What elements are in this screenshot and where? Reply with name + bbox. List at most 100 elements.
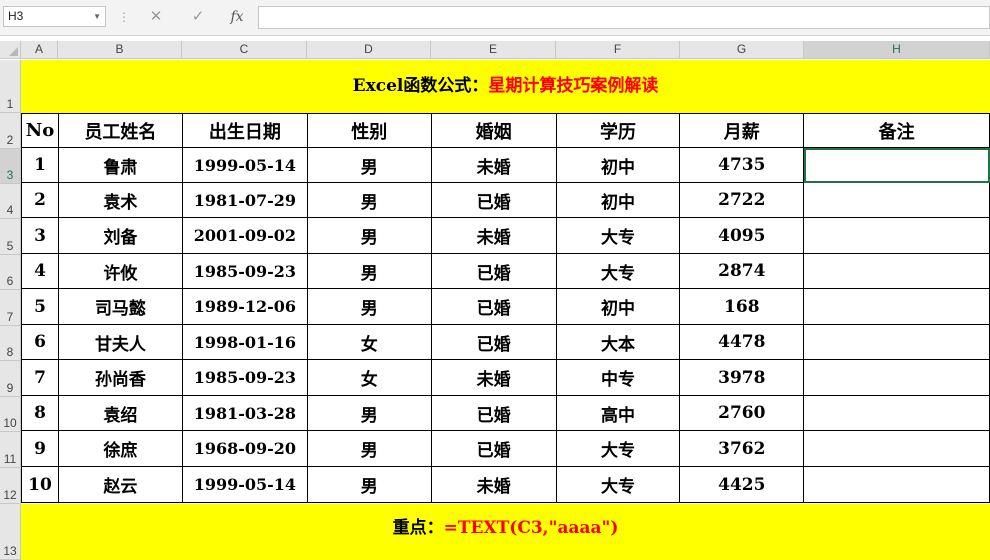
gender-cell[interactable]: 男 bbox=[306, 217, 432, 254]
header-cell[interactable]: 性别 bbox=[306, 113, 432, 148]
no-cell[interactable]: 2 bbox=[21, 182, 59, 218]
education-cell[interactable]: 初中 bbox=[555, 147, 681, 183]
header-cell[interactable]: 月薪 bbox=[679, 113, 805, 148]
salary-cell[interactable]: 4425 bbox=[679, 466, 805, 503]
note-cell[interactable] bbox=[803, 430, 990, 467]
row-header-11[interactable]: 11 bbox=[0, 432, 21, 468]
no-cell[interactable]: 7 bbox=[21, 359, 59, 396]
note-cell[interactable] bbox=[803, 395, 990, 431]
note-cell[interactable] bbox=[803, 182, 990, 218]
salary-cell[interactable]: 2874 bbox=[679, 253, 805, 289]
no-cell[interactable]: 3 bbox=[21, 217, 59, 254]
marital-cell[interactable]: 已婚 bbox=[430, 288, 557, 325]
gender-cell[interactable]: 男 bbox=[306, 182, 432, 218]
name-box[interactable]: H3 ▼ bbox=[3, 6, 106, 27]
name-cell[interactable]: 刘备 bbox=[57, 217, 183, 254]
header-cell[interactable]: No bbox=[21, 113, 59, 148]
row-header-9[interactable]: 9 bbox=[0, 361, 21, 397]
marital-cell[interactable]: 未婚 bbox=[430, 217, 557, 254]
note-cell[interactable] bbox=[803, 253, 990, 289]
row-header-12[interactable]: 12 bbox=[0, 468, 21, 504]
birth-date-cell[interactable]: 1981-07-29 bbox=[181, 182, 308, 218]
marital-cell[interactable]: 已婚 bbox=[430, 430, 557, 467]
chevron-down-icon[interactable]: ▼ bbox=[93, 7, 101, 26]
no-cell[interactable]: 4 bbox=[21, 253, 59, 289]
no-cell[interactable]: 9 bbox=[21, 430, 59, 467]
salary-cell[interactable]: 2760 bbox=[679, 395, 805, 431]
note-cell[interactable] bbox=[803, 466, 990, 503]
name-cell[interactable]: 袁术 bbox=[57, 182, 183, 218]
name-cell[interactable]: 袁绍 bbox=[57, 395, 183, 431]
name-cell[interactable]: 司马懿 bbox=[57, 288, 183, 325]
header-cell[interactable]: 学历 bbox=[555, 113, 681, 148]
gender-cell[interactable]: 男 bbox=[306, 288, 432, 325]
marital-cell[interactable]: 已婚 bbox=[430, 253, 557, 289]
note-cell[interactable] bbox=[803, 217, 990, 254]
more-options-icon[interactable]: ⋮ bbox=[118, 9, 130, 25]
marital-cell[interactable]: 已婚 bbox=[430, 182, 557, 218]
marital-cell[interactable]: 未婚 bbox=[430, 147, 557, 183]
row-header-8[interactable]: 8 bbox=[0, 326, 21, 361]
title-banner[interactable]: Excel函数公式：星期计算技巧案例解读 bbox=[21, 60, 990, 113]
name-cell[interactable]: 徐庶 bbox=[57, 430, 183, 467]
column-header-g[interactable]: G bbox=[680, 41, 804, 59]
birth-date-cell[interactable]: 1985-09-23 bbox=[181, 253, 308, 289]
no-cell[interactable]: 1 bbox=[21, 147, 59, 183]
gender-cell[interactable]: 男 bbox=[306, 430, 432, 467]
education-cell[interactable]: 初中 bbox=[555, 182, 681, 218]
education-cell[interactable]: 中专 bbox=[555, 359, 681, 396]
column-header-d[interactable]: D bbox=[307, 41, 431, 59]
row-header-4[interactable]: 4 bbox=[0, 184, 21, 219]
select-all-button[interactable] bbox=[0, 41, 21, 59]
education-cell[interactable]: 大专 bbox=[555, 466, 681, 503]
name-cell[interactable]: 许攸 bbox=[57, 253, 183, 289]
row-header-13[interactable]: 13 bbox=[0, 504, 21, 560]
row-header-5[interactable]: 5 bbox=[0, 219, 21, 255]
salary-cell[interactable]: 168 bbox=[679, 288, 805, 325]
row-header-10[interactable]: 10 bbox=[0, 397, 21, 432]
gender-cell[interactable]: 女 bbox=[306, 359, 432, 396]
birth-date-cell[interactable]: 1999-05-14 bbox=[181, 466, 308, 503]
birth-date-cell[interactable]: 1989-12-06 bbox=[181, 288, 308, 325]
salary-cell[interactable]: 4095 bbox=[679, 217, 805, 254]
marital-cell[interactable]: 未婚 bbox=[430, 359, 557, 396]
salary-cell[interactable]: 4735 bbox=[679, 147, 805, 183]
no-cell[interactable]: 8 bbox=[21, 395, 59, 431]
note-cell[interactable] bbox=[803, 324, 990, 360]
gender-cell[interactable]: 男 bbox=[306, 147, 432, 183]
row-header-6[interactable]: 6 bbox=[0, 255, 21, 290]
enter-icon[interactable]: ✓ bbox=[186, 7, 210, 27]
note-cell[interactable] bbox=[803, 147, 990, 183]
column-header-c[interactable]: C bbox=[182, 41, 307, 59]
insert-function-icon[interactable]: fx bbox=[225, 7, 249, 27]
no-cell[interactable]: 10 bbox=[21, 466, 59, 503]
birth-date-cell[interactable]: 1985-09-23 bbox=[181, 359, 308, 396]
gender-cell[interactable]: 男 bbox=[306, 253, 432, 289]
birth-date-cell[interactable]: 1999-05-14 bbox=[181, 147, 308, 183]
column-header-b[interactable]: B bbox=[58, 41, 182, 59]
column-header-a[interactable]: A bbox=[21, 41, 58, 59]
name-cell[interactable]: 甘夫人 bbox=[57, 324, 183, 360]
cancel-icon[interactable]: ✕ bbox=[144, 7, 168, 27]
formula-input[interactable] bbox=[258, 6, 990, 29]
header-cell[interactable]: 员工姓名 bbox=[57, 113, 183, 148]
note-cell[interactable] bbox=[803, 288, 990, 325]
name-cell[interactable]: 赵云 bbox=[57, 466, 183, 503]
birth-date-cell[interactable]: 2001-09-02 bbox=[181, 217, 308, 254]
header-cell[interactable]: 婚姻 bbox=[430, 113, 557, 148]
gender-cell[interactable]: 男 bbox=[306, 466, 432, 503]
header-cell[interactable]: 出生日期 bbox=[181, 113, 308, 148]
birth-date-cell[interactable]: 1968-09-20 bbox=[181, 430, 308, 467]
row-header-7[interactable]: 7 bbox=[0, 290, 21, 326]
note-cell[interactable] bbox=[803, 359, 990, 396]
marital-cell[interactable]: 已婚 bbox=[430, 324, 557, 360]
gender-cell[interactable]: 女 bbox=[306, 324, 432, 360]
education-cell[interactable]: 大专 bbox=[555, 217, 681, 254]
marital-cell[interactable]: 已婚 bbox=[430, 395, 557, 431]
column-header-h[interactable]: H bbox=[804, 41, 990, 59]
education-cell[interactable]: 初中 bbox=[555, 288, 681, 325]
column-header-e[interactable]: E bbox=[431, 41, 556, 59]
education-cell[interactable]: 大专 bbox=[555, 253, 681, 289]
salary-cell[interactable]: 3762 bbox=[679, 430, 805, 467]
salary-cell[interactable]: 2722 bbox=[679, 182, 805, 218]
